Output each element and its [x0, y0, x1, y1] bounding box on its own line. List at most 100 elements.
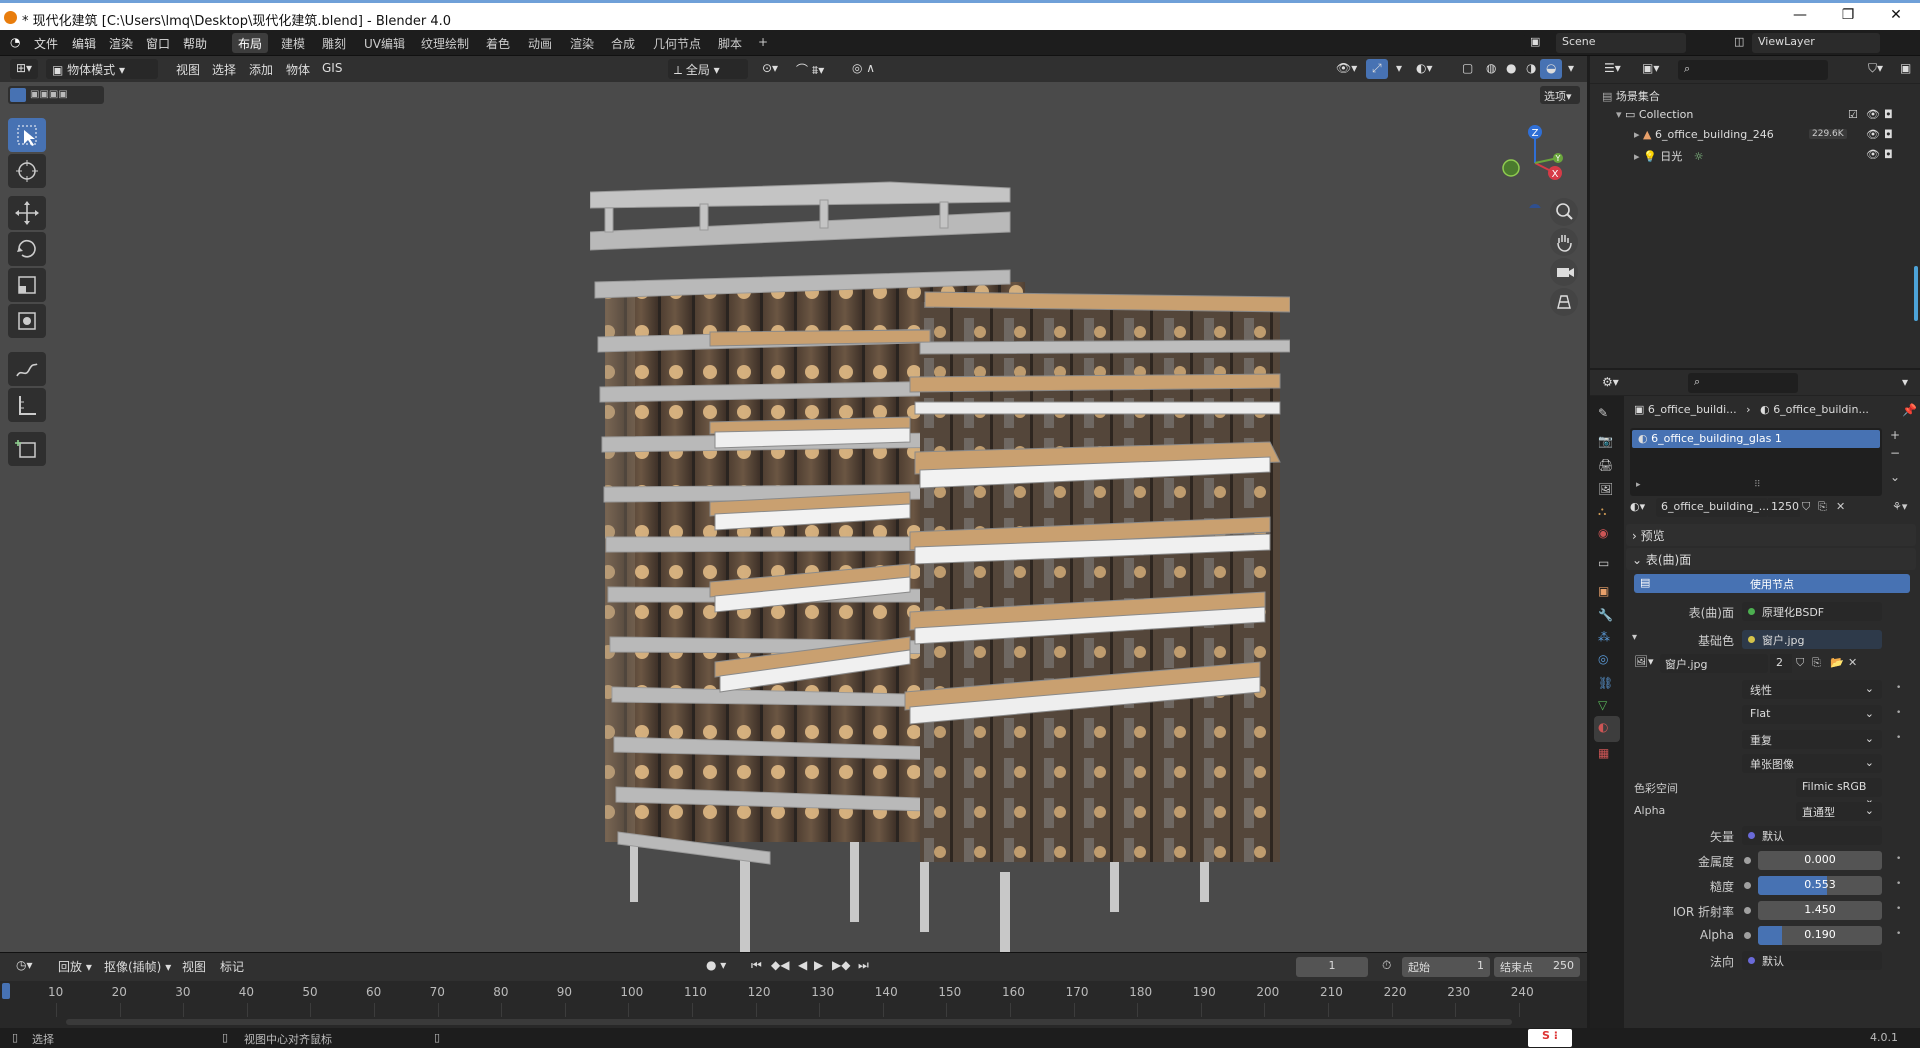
filter-icon[interactable]: ⛉▾	[1862, 59, 1889, 79]
object-row-sun[interactable]: ▸ 💡 日光 ☼ 👁 ◘	[1634, 148, 1914, 164]
shading-dropdown-icon[interactable]: ▾	[1562, 59, 1580, 79]
menu-keying[interactable]: 抠像(插帧) ▾	[98, 956, 177, 976]
outliner-editor-type-icon[interactable]: ☰▾	[1598, 59, 1627, 79]
outliner-scrollbar[interactable]	[1914, 266, 1918, 321]
tab-layout[interactable]: 布局	[232, 33, 269, 53]
roughness-slider[interactable]: 0.553	[1758, 876, 1882, 895]
tab-shading[interactable]: 着色	[480, 33, 516, 53]
proportional-edit-icon[interactable]: ◎ ∧	[846, 59, 881, 79]
end-frame-field[interactable]: 结束点 250	[1494, 957, 1580, 977]
mode-selector[interactable]: ▣ 物体模式 ▾	[46, 59, 158, 79]
3d-viewport[interactable]: ⊞▾ ▣ 物体模式 ▾ 视图 选择 添加 物体 GIS ⟂ 全局 ▾ ⊙▾ ⌒ …	[0, 56, 1587, 952]
menu-window[interactable]: 窗口	[146, 35, 170, 52]
tool-tab-icon[interactable]: ✎	[1598, 406, 1614, 422]
tab-geometry-nodes[interactable]: 几何节点	[647, 33, 707, 53]
material-tab-icon[interactable]: ◐	[1598, 720, 1614, 736]
tab-texture-paint[interactable]: 纹理绘制	[415, 33, 475, 53]
remove-slot-icon[interactable]: −	[1890, 446, 1900, 460]
scale-tool[interactable]	[8, 268, 46, 302]
overlays-icon[interactable]: ◐▾	[1410, 59, 1439, 79]
add-cube-tool[interactable]	[8, 432, 46, 466]
list-resize-handle[interactable]: ⠿	[1754, 480, 1761, 490]
gizmo-dropdown-icon[interactable]: ▾	[1390, 59, 1408, 79]
shading-rendered-icon[interactable]: ◒	[1540, 59, 1563, 79]
tab-rendering[interactable]: 渲染	[564, 33, 600, 53]
material-name-field[interactable]: 6_office_building_...	[1656, 498, 1769, 517]
base-color-field[interactable]: 窗户.jpg	[1742, 630, 1882, 649]
use-nodes-button[interactable]: ▤ 使用节点	[1634, 574, 1910, 593]
select-new-icon[interactable]	[10, 88, 26, 102]
input-method-icon[interactable]: S ⁝	[1528, 1029, 1572, 1047]
vector-field[interactable]: 默认	[1742, 826, 1882, 845]
view-layer-tab-icon[interactable]: 🖼	[1598, 482, 1614, 498]
collection-expand-icon[interactable]: ▾	[1616, 108, 1625, 121]
render-tab-icon[interactable]: 📷	[1598, 434, 1614, 450]
ior-slider[interactable]: 1.450	[1758, 901, 1882, 920]
texture-tab-icon[interactable]: ▦	[1598, 746, 1614, 762]
properties-options-icon[interactable]: ▾	[1896, 373, 1914, 393]
move-tool[interactable]	[8, 196, 46, 230]
menu-add[interactable]: 添加	[243, 59, 279, 79]
data-tab-icon[interactable]: ▽	[1598, 698, 1614, 714]
menu-file[interactable]: 文件	[34, 35, 58, 52]
sun-visibility-icon[interactable]: 👁	[1866, 148, 1880, 161]
maximize-button[interactable]: ❐	[1828, 7, 1868, 27]
options-button[interactable]: 选项▾	[1540, 86, 1580, 104]
menu-help[interactable]: 帮助	[183, 35, 207, 52]
start-frame-field[interactable]: 起始 1	[1402, 957, 1490, 977]
material-browse-icon[interactable]: ◐▾	[1630, 500, 1645, 513]
scene-tab-icon[interactable]: ⛬	[1598, 504, 1614, 520]
keyframe-dot-icon[interactable]: •	[1896, 733, 1901, 743]
surface-shader-field[interactable]: 原理化BSDF	[1742, 602, 1882, 621]
duplicate-icon[interactable]: ⎘	[1818, 500, 1827, 514]
tab-modeling[interactable]: 建模	[275, 33, 311, 53]
current-frame-field[interactable]: 1	[1296, 957, 1368, 977]
alpha-mode-dropdown[interactable]: 直通型 ⌄	[1796, 802, 1882, 821]
metallic-slider[interactable]: 0.000	[1758, 851, 1882, 870]
editor-type-icon[interactable]: ⊞▾	[10, 59, 39, 79]
playhead[interactable]	[2, 983, 10, 999]
modifier-tab-icon[interactable]: 🔧	[1598, 608, 1614, 624]
tab-scripting[interactable]: 脚本	[712, 33, 748, 53]
scene-selector[interactable]: Scene	[1556, 33, 1686, 53]
properties-search-input[interactable]: ⌕	[1688, 373, 1798, 393]
keyframe-dot-icon[interactable]: •	[1896, 708, 1901, 718]
add-slot-icon[interactable]: +	[1890, 428, 1900, 442]
minimize-button[interactable]: —	[1780, 7, 1820, 27]
timeline-editor-type-icon[interactable]: ◷▾	[10, 956, 39, 976]
image-users[interactable]: 2	[1770, 654, 1792, 673]
menu-marker[interactable]: 标记	[214, 956, 250, 976]
world-tab-icon[interactable]: ◉	[1598, 526, 1614, 542]
close-button[interactable]: ✕	[1876, 7, 1916, 27]
constraints-tab-icon[interactable]: ⛓	[1598, 676, 1614, 692]
jump-end-icon[interactable]: ⏭	[852, 956, 875, 976]
browse-node-tree-icon[interactable]: ⚘▾	[1892, 500, 1907, 513]
keyframe-dot-icon[interactable]: •	[1896, 904, 1901, 914]
scene-collection-row[interactable]: ▤ 场景集合	[1602, 88, 1660, 104]
normal-field[interactable]: 默认	[1742, 951, 1882, 970]
menu-object[interactable]: 物体	[280, 59, 316, 79]
camera-view-icon[interactable]	[1550, 258, 1578, 286]
roughness-socket-icon[interactable]	[1744, 882, 1751, 889]
outliner-panel[interactable]: ☰▾ ▣▾ ⌕ ⛉▾ ▣ ▤ 场景集合 ▾ ▭ Collection ☑ 👁 ◘…	[1590, 56, 1920, 368]
zoom-icon[interactable]	[1550, 198, 1578, 226]
sun-render-icon[interactable]: ◘	[1884, 148, 1893, 161]
ior-socket-icon[interactable]	[1744, 907, 1751, 914]
source-dropdown[interactable]: 单张图像 ⌄	[1742, 754, 1882, 773]
output-tab-icon[interactable]: 🖨	[1598, 458, 1614, 474]
physics-tab-icon[interactable]: ◎	[1598, 652, 1614, 668]
menu-timeline-view[interactable]: 视图	[176, 956, 212, 976]
collection-checkbox[interactable]: ☑	[1848, 108, 1858, 121]
tab-compositing[interactable]: 合成	[605, 33, 641, 53]
xray-icon[interactable]: ▢	[1456, 59, 1479, 79]
extension-dropdown[interactable]: 重复 ⌄	[1742, 730, 1882, 749]
material-datablock[interactable]: ◐▾ 6_office_building_... 1250 ⛉ ⎘ ✕	[1630, 498, 1882, 518]
select-mode-buttons[interactable]: ▣▣▣▣	[8, 86, 104, 104]
keyframe-dot-icon[interactable]: •	[1896, 879, 1901, 889]
view-layer-selector[interactable]: ViewLayer	[1752, 33, 1880, 53]
navigation-gizmo[interactable]: Z X Y	[1490, 118, 1580, 208]
keyframe-dot-icon[interactable]: •	[1896, 929, 1901, 939]
image-fake-user-icon[interactable]: ⛉	[1796, 656, 1804, 670]
gizmo-toggle-icon[interactable]: ⤢	[1366, 59, 1388, 79]
annotate-tool[interactable]	[8, 352, 46, 386]
